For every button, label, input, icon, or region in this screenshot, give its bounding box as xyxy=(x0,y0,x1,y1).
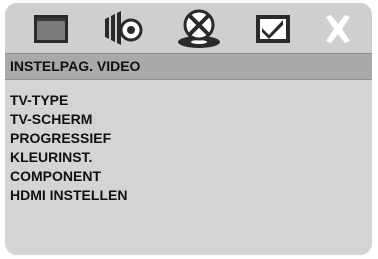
close-icon[interactable] xyxy=(320,9,356,49)
settings-menu-list: TV-TYPE TV-SCHERM PROGRESSIEF KLEURINST.… xyxy=(5,80,372,255)
video-setup-icon[interactable] xyxy=(175,9,223,49)
page-title: INSTELPAG. VIDEO xyxy=(10,58,141,74)
audio-setup-icon[interactable] xyxy=(101,9,145,49)
menu-item-hdmi-settings[interactable]: HDMI INSTELLEN xyxy=(10,187,127,204)
menu-item-tv-type[interactable]: TV-TYPE xyxy=(10,92,68,109)
page-header-bar: INSTELPAG. VIDEO xyxy=(5,53,372,80)
menu-item-component[interactable]: COMPONENT xyxy=(10,168,101,185)
setup-icon-bar xyxy=(5,3,372,53)
menu-item-tv-screen[interactable]: TV-SCHERM xyxy=(10,111,92,128)
general-setup-icon[interactable] xyxy=(31,9,71,49)
preference-setup-icon[interactable] xyxy=(253,9,293,49)
menu-item-progressive[interactable]: PROGRESSIEF xyxy=(10,130,111,147)
menu-item-color-settings[interactable]: KLEURINST. xyxy=(10,149,92,166)
setup-menu-panel: INSTELPAG. VIDEO TV-TYPE TV-SCHERM PROGR… xyxy=(5,3,372,255)
